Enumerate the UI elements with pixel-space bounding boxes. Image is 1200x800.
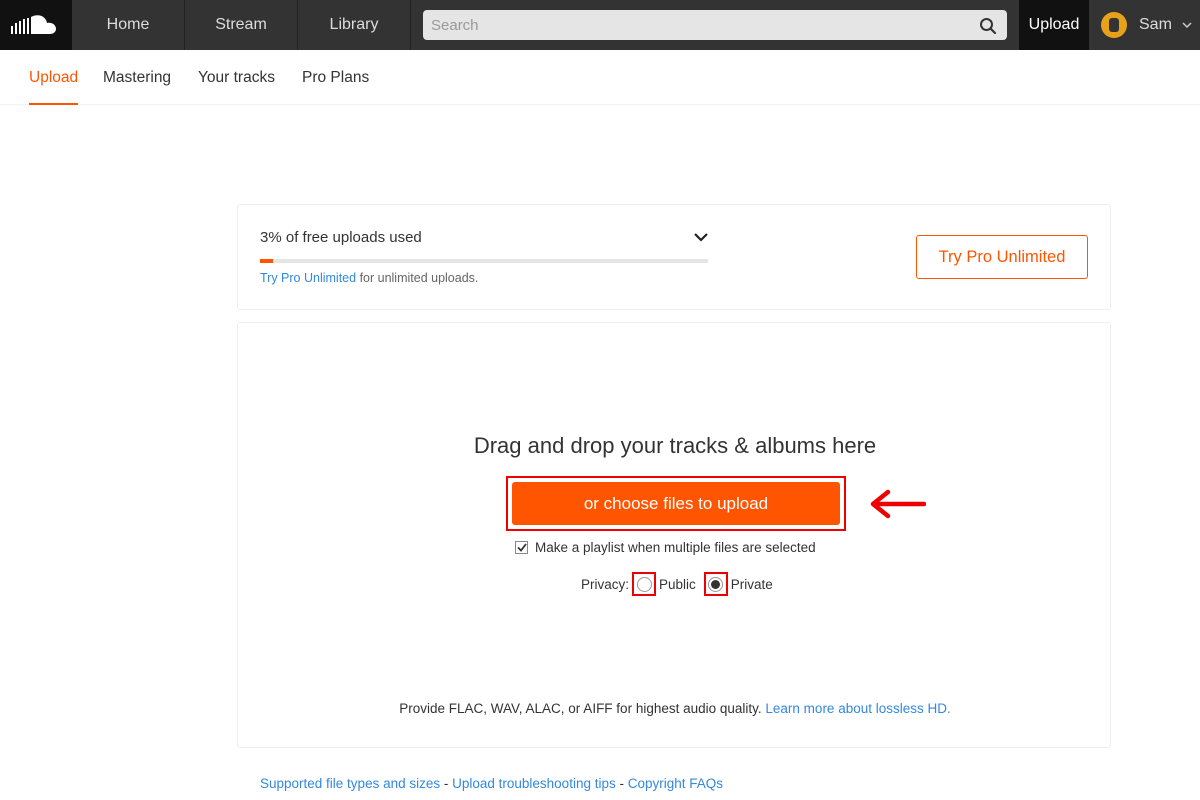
upload-subnav: Upload Mastering Your tracks Pro Plans	[0, 50, 1200, 105]
soundcloud-logo-icon[interactable]	[0, 0, 72, 50]
playlist-option[interactable]: Make a playlist when multiple files are …	[515, 538, 816, 556]
private-radio-highlight	[703, 572, 728, 596]
upload-dropzone[interactable]: Drag and drop your tracks & albums here …	[237, 322, 1111, 748]
search-icon[interactable]	[977, 15, 999, 37]
quota-progress-bar	[260, 259, 708, 263]
user-name: Sam	[1139, 16, 1172, 33]
header-upload-button[interactable]: Upload	[1019, 0, 1089, 50]
chevron-down-icon	[1182, 16, 1192, 34]
try-pro-link[interactable]: Try Pro Unlimited	[260, 271, 356, 285]
arrow-left-icon	[868, 489, 927, 519]
lossless-text: Provide FLAC, WAV, ALAC, or AIFF for hig…	[399, 701, 766, 716]
top-header: Home Stream Library Upload Sam	[0, 0, 1200, 50]
private-label[interactable]: Private	[731, 577, 773, 592]
playlist-checkbox[interactable]	[515, 540, 528, 554]
search-bar	[423, 10, 1007, 40]
dropzone-title: Drag and drop your tracks & albums here	[473, 433, 877, 458]
nav-library[interactable]: Library	[298, 0, 411, 50]
public-radio[interactable]	[636, 576, 652, 592]
private-radio[interactable]	[708, 576, 724, 592]
chevron-down-icon[interactable]	[693, 229, 709, 245]
upload-quota-card: 3% of free uploads used Try Pro Unlimite…	[237, 204, 1111, 310]
public-label[interactable]: Public	[659, 577, 696, 592]
footer-separator: -	[440, 776, 453, 791]
quota-progress-fill	[260, 259, 274, 263]
privacy-label: Privacy:	[581, 576, 630, 592]
user-menu[interactable]: Sam	[1089, 0, 1200, 50]
search-input[interactable]	[423, 10, 963, 40]
quota-note: Try Pro Unlimited for unlimited uploads.	[260, 271, 478, 285]
tab-your-tracks[interactable]: Your tracks	[198, 50, 275, 105]
lossless-note: Provide FLAC, WAV, ALAC, or AIFF for hig…	[238, 701, 1112, 716]
privacy-options: Privacy: Public Private	[581, 571, 773, 597]
public-radio-highlight	[632, 572, 657, 596]
quota-title: 3% of free uploads used	[260, 229, 422, 246]
lossless-link[interactable]: Learn more about lossless HD.	[765, 701, 950, 716]
avatar	[1101, 12, 1127, 38]
choose-files-highlight: or choose files to upload	[506, 476, 846, 531]
nav-home[interactable]: Home	[72, 0, 185, 50]
footer-separator: -	[615, 776, 628, 791]
tab-upload[interactable]: Upload	[29, 50, 79, 105]
try-pro-unlimited-button[interactable]: Try Pro Unlimited	[916, 235, 1088, 279]
choose-files-button[interactable]: or choose files to upload	[512, 482, 840, 525]
tab-pro-plans[interactable]: Pro Plans	[302, 50, 369, 105]
tab-mastering[interactable]: Mastering	[103, 50, 171, 105]
nav-stream[interactable]: Stream	[185, 0, 298, 50]
copyright-faqs-link[interactable]: Copyright FAQs	[628, 776, 723, 791]
file-types-link[interactable]: Supported file types and sizes	[260, 776, 440, 791]
quota-note-text: for unlimited uploads.	[356, 271, 479, 285]
playlist-label: Make a playlist when multiple files are …	[535, 539, 816, 555]
troubleshooting-link[interactable]: Upload troubleshooting tips	[452, 776, 616, 791]
footer-links: Supported file types and sizes - Upload …	[260, 776, 723, 791]
